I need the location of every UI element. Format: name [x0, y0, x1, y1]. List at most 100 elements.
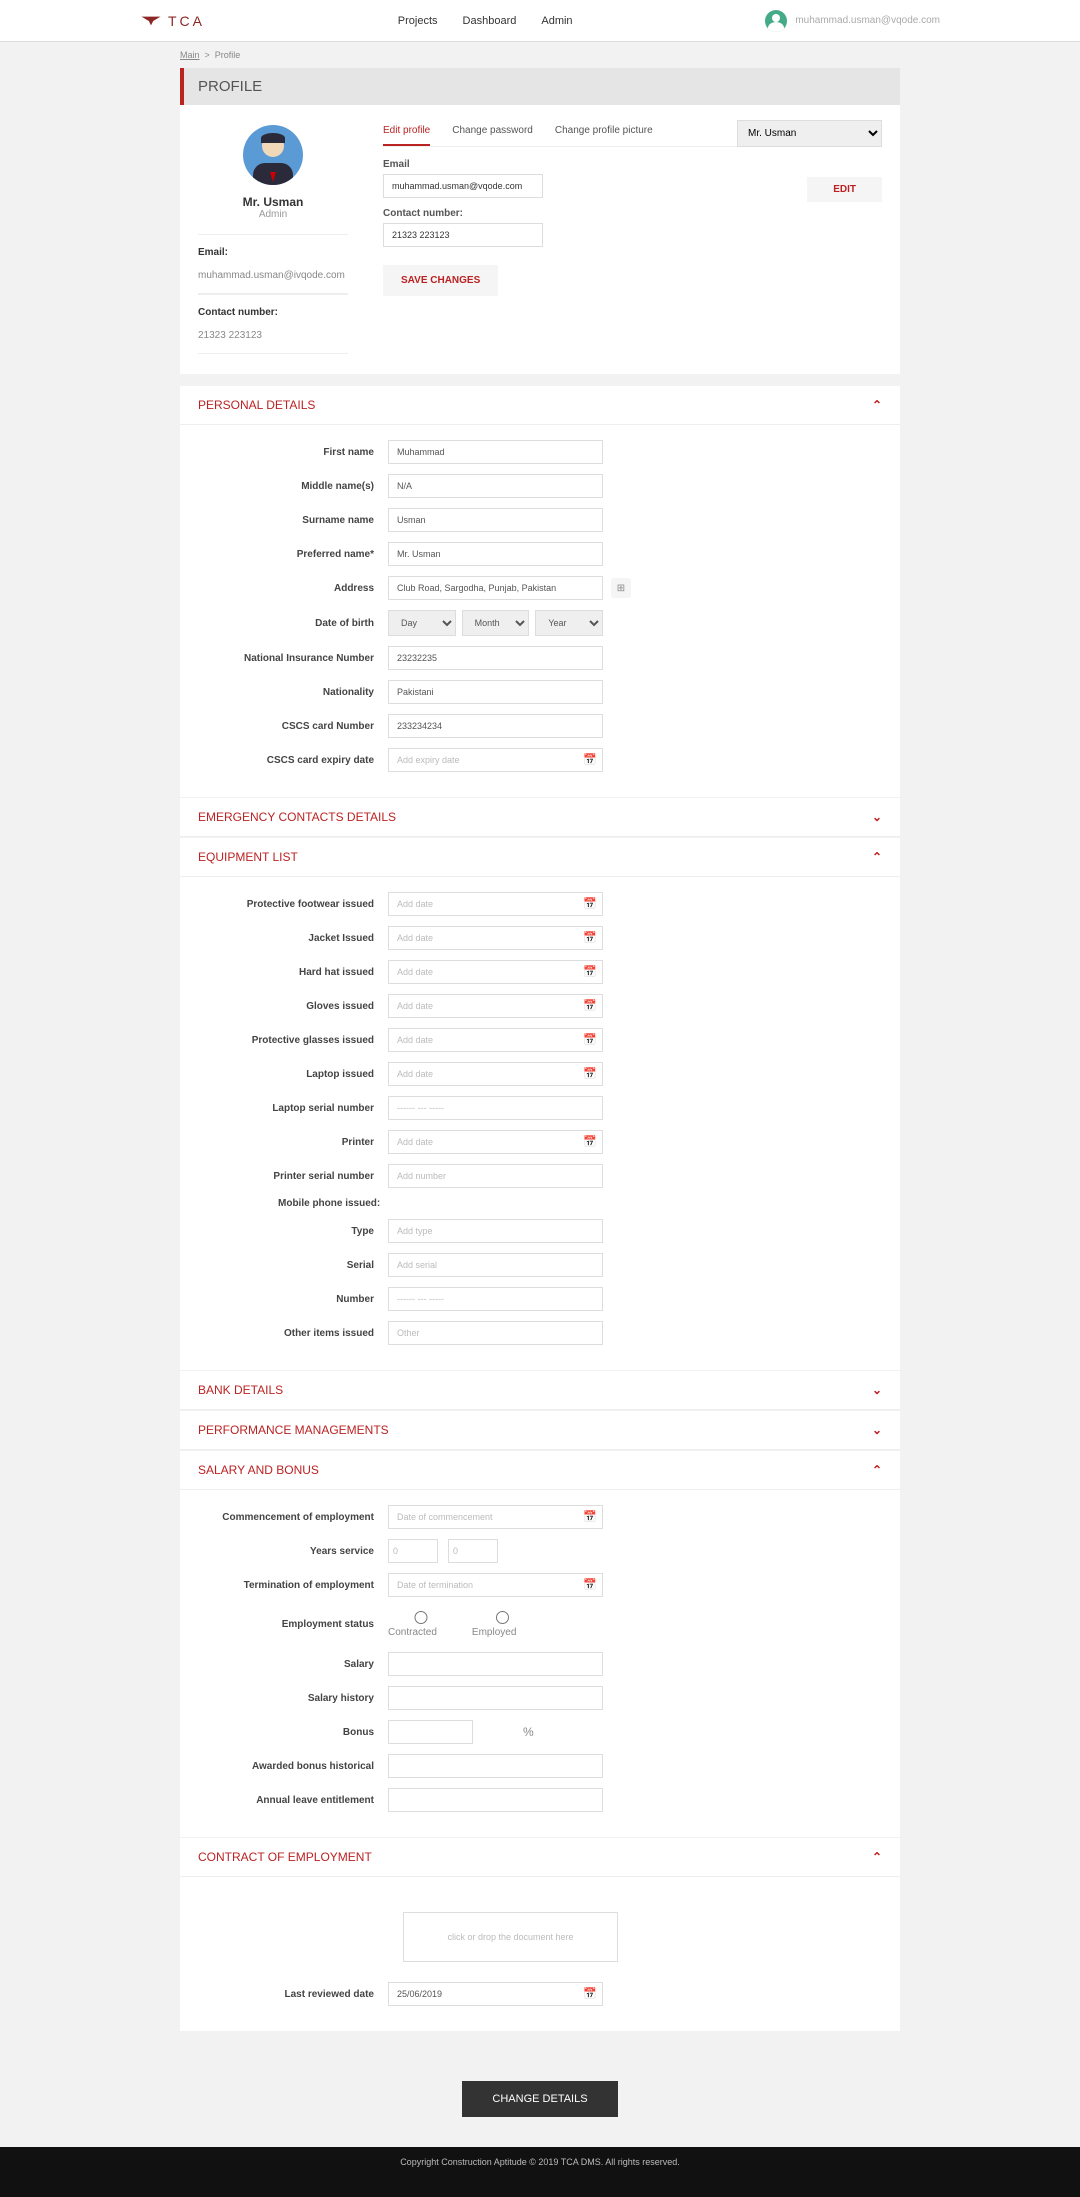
employed-radio[interactable]	[472, 1611, 533, 1624]
document-dropzone[interactable]: click or drop the document here	[403, 1912, 618, 1962]
change-details-button[interactable]: CHANGE DETAILS	[462, 2081, 617, 2117]
dob-year-select[interactable]: Year	[535, 610, 603, 636]
section-title: EQUIPMENT LIST	[198, 850, 298, 864]
bonus-input[interactable]	[388, 1720, 473, 1744]
main-nav: Projects Dashboard Admin	[398, 15, 573, 27]
tab-change-password[interactable]: Change password	[452, 125, 533, 146]
salary-history-input[interactable]	[388, 1686, 603, 1710]
status-label: Employment status	[198, 1619, 388, 1630]
nin-label: National Insurance Number	[198, 653, 388, 664]
printer-sn-label: Printer serial number	[198, 1171, 388, 1182]
type-label: Type	[198, 1226, 388, 1237]
email-label: Email:	[198, 241, 348, 264]
contracted-radio-label[interactable]: Contracted	[388, 1611, 454, 1638]
contracted-radio[interactable]	[388, 1611, 454, 1624]
type-input[interactable]	[388, 1219, 603, 1243]
nav-dashboard[interactable]: Dashboard	[463, 15, 517, 27]
section-title: PERFORMANCE MANAGEMENTS	[198, 1423, 389, 1437]
nav-projects[interactable]: Projects	[398, 15, 438, 27]
chevron-down-icon: ⌄	[872, 1383, 882, 1397]
salary-history-label: Salary history	[198, 1693, 388, 1704]
profile-name: Mr. Usman	[198, 195, 348, 209]
address-label: Address	[198, 583, 388, 594]
profile-avatar	[243, 125, 303, 185]
jacket-input[interactable]	[388, 926, 603, 950]
surname-label: Surname name	[198, 515, 388, 526]
section-personal-details-header[interactable]: PERSONAL DETAILS ⌃	[180, 386, 900, 425]
middle-name-input[interactable]	[388, 474, 603, 498]
printer-input[interactable]	[388, 1130, 603, 1154]
last-reviewed-label: Last reviewed date	[198, 1989, 388, 2000]
avatar-icon	[765, 10, 787, 32]
commencement-label: Commencement of employment	[198, 1512, 388, 1523]
laptop-sn-input[interactable]	[388, 1096, 603, 1120]
section-contract-header[interactable]: CONTRACT OF EMPLOYMENT ⌃	[180, 1838, 900, 1877]
hardhat-input[interactable]	[388, 960, 603, 984]
employed-radio-label[interactable]: Employed	[472, 1611, 533, 1638]
termination-input[interactable]	[388, 1573, 603, 1597]
address-input[interactable]	[388, 576, 603, 600]
printer-sn-input[interactable]	[388, 1164, 603, 1188]
section-performance-header[interactable]: PERFORMANCE MANAGEMENTS ⌄	[180, 1411, 900, 1450]
footwear-input[interactable]	[388, 892, 603, 916]
breadcrumb: Main > Profile	[180, 42, 900, 68]
preferred-name-input[interactable]	[388, 542, 603, 566]
email-input[interactable]	[383, 174, 543, 198]
glasses-label: Protective glasses issued	[198, 1035, 388, 1046]
awarded-bonus-input[interactable]	[388, 1754, 603, 1778]
user-area[interactable]: muhammad.usman@vqode.com	[765, 10, 940, 32]
glasses-input[interactable]	[388, 1028, 603, 1052]
cscs-expiry-input[interactable]	[388, 748, 603, 772]
profile-role: Admin	[198, 209, 348, 220]
page-title: PROFILE	[180, 68, 900, 105]
serial-input[interactable]	[388, 1253, 603, 1277]
commencement-input[interactable]	[388, 1505, 603, 1529]
user-select[interactable]: Mr. Usman	[737, 120, 882, 147]
awarded-bonus-label: Awarded bonus historical	[198, 1761, 388, 1772]
contact-input[interactable]	[383, 223, 543, 247]
salary-input[interactable]	[388, 1652, 603, 1676]
nav-admin[interactable]: Admin	[541, 15, 572, 27]
number-label: Number	[198, 1294, 388, 1305]
cscs-expiry-label: CSCS card expiry date	[198, 755, 388, 766]
number-input[interactable]	[388, 1287, 603, 1311]
section-title: SALARY AND BONUS	[198, 1463, 319, 1477]
cscs-input[interactable]	[388, 714, 603, 738]
map-icon[interactable]: ⊞	[611, 578, 631, 598]
dob-month-select[interactable]: Month	[462, 610, 530, 636]
edit-button[interactable]: EDIT	[807, 177, 882, 202]
preferred-name-label: Preferred name*	[198, 549, 388, 560]
section-equipment-header[interactable]: EQUIPMENT LIST ⌃	[180, 838, 900, 877]
section-salary-header[interactable]: SALARY AND BONUS ⌃	[180, 1451, 900, 1490]
jacket-label: Jacket Issued	[198, 933, 388, 944]
years-input-2[interactable]	[448, 1539, 498, 1563]
breadcrumb-profile: Profile	[215, 50, 241, 60]
cscs-label: CSCS card Number	[198, 721, 388, 732]
breadcrumb-main[interactable]: Main	[180, 50, 200, 60]
annual-leave-label: Annual leave entitlement	[198, 1795, 388, 1806]
tab-edit-profile[interactable]: Edit profile	[383, 125, 430, 146]
save-changes-button[interactable]: SAVE CHANGES	[383, 265, 498, 296]
gloves-input[interactable]	[388, 994, 603, 1018]
nationality-input[interactable]	[388, 680, 603, 704]
last-reviewed-input[interactable]	[388, 1982, 603, 2006]
surname-input[interactable]	[388, 508, 603, 532]
tab-change-picture[interactable]: Change profile picture	[555, 125, 653, 146]
section-bank-header[interactable]: BANK DETAILS ⌄	[180, 1371, 900, 1410]
chevron-down-icon: ⌄	[872, 1423, 882, 1437]
chevron-up-icon: ⌃	[872, 398, 882, 412]
hardhat-label: Hard hat issued	[198, 967, 388, 978]
bonus-percent: %	[523, 1725, 534, 1739]
header: TCA Projects Dashboard Admin muhammad.us…	[0, 0, 1080, 42]
nin-input[interactable]	[388, 646, 603, 670]
annual-leave-input[interactable]	[388, 1788, 603, 1812]
profile-summary: Mr. Usman Admin Email: muhammad.usman@iv…	[198, 125, 348, 354]
years-input-1[interactable]	[388, 1539, 438, 1563]
first-name-input[interactable]	[388, 440, 603, 464]
footer: Copyright Construction Aptitude © 2019 T…	[0, 2147, 1080, 2197]
dob-day-select[interactable]: Day	[388, 610, 456, 636]
section-emergency-header[interactable]: EMERGENCY CONTACTS DETAILS ⌄	[180, 798, 900, 837]
other-input[interactable]	[388, 1321, 603, 1345]
laptop-input[interactable]	[388, 1062, 603, 1086]
mobile-phone-heading: Mobile phone issued:	[278, 1198, 882, 1209]
